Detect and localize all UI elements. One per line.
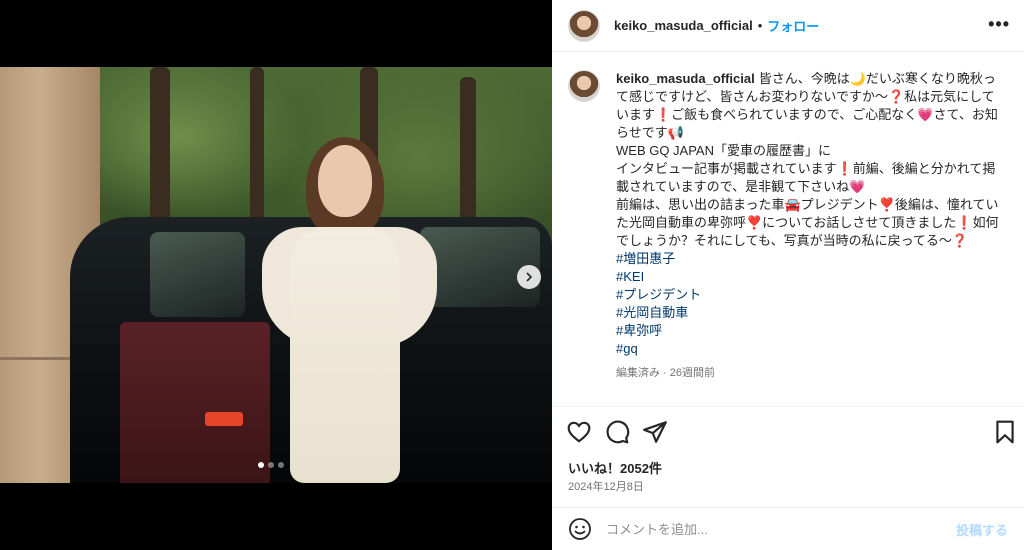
bookmark-icon[interactable] [992, 419, 1018, 445]
like-count[interactable]: いいね！2052件 [568, 458, 662, 477]
caption-line: 前編は、思い出の詰まった車🚘プレジデント❣️後編は、憧れていた光岡自動車の卑弥呼… [616, 197, 999, 248]
carousel-dot [268, 462, 274, 468]
caption-username[interactable]: keiko_masuda_official [616, 71, 755, 86]
more-options-icon[interactable]: ••• [988, 14, 1010, 35]
post-date: 2024年12月8日 [568, 481, 644, 493]
follow-button[interactable]: フォロー [767, 16, 819, 35]
hashtag-link[interactable]: #卑弥呼 [616, 322, 1006, 340]
hashtag-link[interactable]: #光岡自動車 [616, 304, 1006, 322]
comment-icon[interactable] [604, 419, 630, 445]
action-bar [552, 406, 1024, 456]
header-username[interactable]: keiko_masuda_official [614, 18, 753, 33]
post-header: keiko_masuda_official • フォロー ••• [552, 0, 1024, 52]
woman-face [318, 145, 372, 217]
carousel-indicator [258, 462, 284, 468]
post-side-panel: keiko_masuda_official • フォロー ••• keiko_m… [552, 0, 1024, 550]
chevron-right-icon[interactable] [517, 265, 541, 289]
carousel-dot [258, 462, 264, 468]
woman-dress [290, 227, 400, 483]
caption: keiko_masuda_official 皆さん、今晩は🌙だいぶ寒くなり晩秋って… [616, 70, 1006, 358]
hashtag-link[interactable]: #gq [616, 340, 1006, 358]
carousel-dot [278, 462, 284, 468]
comment-bar: 投稿する [552, 507, 1024, 550]
avatar[interactable] [568, 9, 600, 42]
comments-section: keiko_masuda_official 皆さん、今晩は🌙だいぶ寒くなり晩秋って… [552, 53, 1024, 405]
post-comment-button[interactable]: 投稿する [956, 520, 1008, 539]
caption-line: keiko_masuda_official 皆さん、今晩は🌙だいぶ寒くなり晩秋って… [616, 71, 998, 140]
caption-line: インタビュー記事が掲載されています❗前編、後編と分かれて掲載されていますので、是… [616, 161, 996, 194]
hashtag-link[interactable]: #KEI [616, 268, 1006, 286]
car-door [120, 322, 270, 483]
comment-input[interactable] [606, 521, 926, 537]
avatar[interactable] [568, 70, 600, 102]
emoji-icon[interactable] [568, 517, 592, 541]
post-photo[interactable] [0, 67, 552, 483]
separator: • [757, 18, 763, 33]
tail-light [205, 412, 243, 426]
caption-row: keiko_masuda_official 皆さん、今晩は🌙だいぶ寒くなり晩秋って… [568, 70, 1008, 358]
share-icon[interactable] [642, 419, 668, 445]
car-window [150, 232, 245, 317]
caption-meta: 編集済み · 26週間前 [616, 367, 716, 379]
hashtag-link[interactable]: #プレジデント [616, 286, 1006, 304]
post-media [0, 0, 552, 550]
hashtag-link[interactable]: #増田惠子 [616, 250, 1006, 268]
caption-line: WEB GQ JAPAN「愛車の履歴書」に [616, 143, 831, 158]
heart-icon[interactable] [566, 419, 592, 445]
